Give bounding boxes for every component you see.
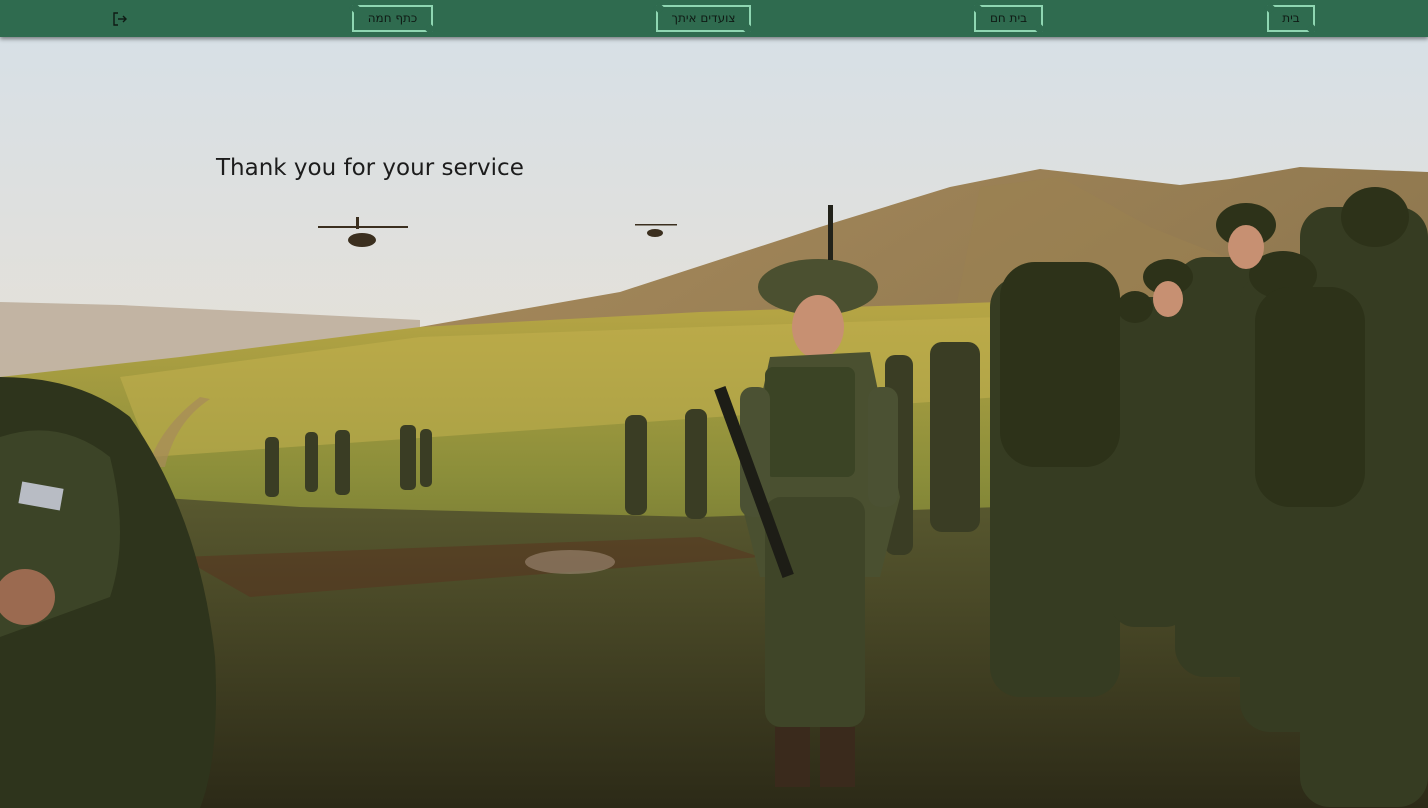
soldiers-field-illustration (0, 37, 1428, 808)
nav-item-marching-with-you[interactable]: צועדים איתך (656, 5, 751, 32)
nav-item-hot-house[interactable]: בית חם (974, 5, 1043, 32)
nav-item-warm-shoulder[interactable]: כתף חמה (352, 5, 433, 32)
top-navbar: בית בית חם צועדים איתך כתף חמה (0, 0, 1428, 37)
logout-icon[interactable] (110, 9, 130, 29)
page: בית בית חם צועדים איתך כתף חמה Thank you… (0, 0, 1428, 808)
hero-background-image: Thank you for your service (0, 37, 1428, 808)
nav-item-home[interactable]: בית (1267, 5, 1315, 32)
hero-title: Thank you for your service (216, 155, 524, 181)
